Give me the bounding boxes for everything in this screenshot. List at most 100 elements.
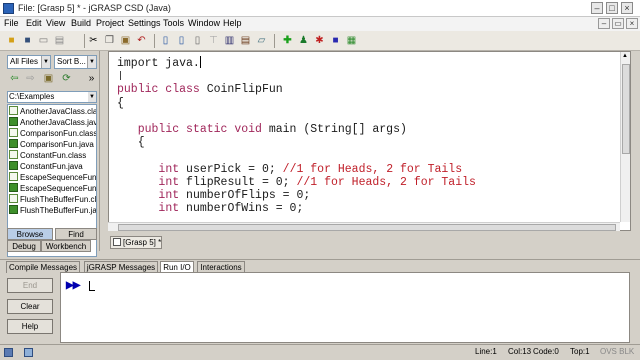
list-item[interactable]: AnotherJavaClass.java — [9, 117, 96, 128]
text-caret — [199, 56, 201, 68]
menu-view[interactable]: View — [46, 18, 65, 28]
directory-path-select[interactable]: C:\Examples ▼ — [7, 91, 97, 103]
class-file-icon — [9, 172, 18, 181]
title-bar: File: [Grasp 5] * - jGRASP CSD (Java) – … — [0, 0, 640, 17]
file-filter-select[interactable]: All Files ▼ — [7, 55, 51, 69]
open-folder-icon[interactable]: ■ — [4, 33, 19, 48]
mdi-restore-button[interactable]: ▭ — [612, 18, 624, 29]
pin-icon[interactable]: ⊤ — [206, 33, 221, 48]
back-arrow-icon[interactable]: ⇦ — [8, 72, 21, 86]
menu-window[interactable]: Window — [188, 18, 220, 28]
end-button[interactable]: End — [7, 278, 53, 293]
menu-build[interactable]: Build — [71, 18, 91, 28]
stop-icon[interactable]: ■ — [328, 33, 343, 48]
class-file-icon — [9, 128, 18, 137]
clear-button[interactable]: Clear — [7, 299, 53, 314]
java-file-icon — [9, 139, 18, 148]
mdi-close-button[interactable]: × — [626, 18, 638, 29]
sort-select[interactable]: Sort B... ▼ — [54, 55, 97, 69]
minimize-button[interactable]: – — [591, 2, 603, 14]
code-keyword: int — [158, 202, 180, 216]
file-name: FlushTheBufferFun.java — [20, 206, 96, 215]
menu-edit[interactable]: Edit — [26, 18, 42, 28]
list-item[interactable]: ComparisonFun.class — [9, 128, 96, 139]
list-item[interactable]: ConstantFun.java — [9, 161, 96, 172]
run-icon[interactable]: ♟ — [296, 33, 311, 48]
source-code[interactable]: import java. public class CoinFlipFun { … — [117, 56, 476, 215]
left-panel-tabs: Browse Find Debug Workbench — [0, 226, 100, 252]
menu-file[interactable]: File — [4, 18, 19, 28]
window-title: File: [Grasp 5] * - jGRASP CSD (Java) — [18, 3, 171, 13]
debug-bug-icon[interactable]: ✱ — [312, 33, 327, 48]
menu-settings[interactable]: Settings — [128, 18, 161, 28]
more-icon[interactable]: » — [85, 72, 98, 86]
paste-icon[interactable]: ▣ — [118, 33, 133, 48]
structure-icon[interactable]: ▤ — [238, 33, 253, 48]
chevron-down-icon: ▼ — [41, 56, 50, 68]
editor-tab-label: [Grasp 5] * — [123, 238, 162, 247]
list-item[interactable]: AnotherJavaClass.class — [9, 106, 96, 117]
help-button[interactable]: Help — [7, 319, 53, 334]
toolbar-separator — [84, 34, 85, 48]
tab-browse[interactable]: Browse — [7, 228, 53, 240]
list-item[interactable]: EscapeSequenceFun.java — [9, 183, 96, 194]
file-name: FlushTheBufferFun.class — [20, 195, 96, 204]
code-editor[interactable]: import java. public class CoinFlipFun { … — [108, 51, 631, 231]
directory-path-value: C:\Examples — [9, 92, 55, 101]
copy-file-icon[interactable]: ▯ — [174, 33, 189, 48]
editor-horizontal-scrollbar[interactable] — [108, 222, 620, 231]
scrollbar-thumb[interactable] — [622, 64, 630, 154]
menu-help[interactable]: Help — [223, 18, 242, 28]
status-icon — [4, 348, 13, 357]
up-folder-icon[interactable]: ▣ — [42, 72, 55, 86]
status-column: Col:13 — [508, 347, 532, 356]
editor-vertical-scrollbar[interactable]: ▲ — [620, 52, 630, 222]
book-icon[interactable]: ▱ — [254, 33, 269, 48]
file-name: EscapeSequenceFun.java — [20, 184, 96, 193]
file-name: ConstantFun.java — [20, 162, 83, 171]
list-item[interactable]: EscapeSequenceFun.class — [9, 172, 96, 183]
code-text: numberOfFlips = 0; — [179, 189, 311, 203]
forward-arrow-icon[interactable]: ⇨ — [24, 72, 37, 86]
java-file-icon — [9, 183, 18, 192]
document-icon[interactable]: ▯ — [190, 33, 205, 48]
print-icon[interactable]: ▤ — [52, 33, 67, 48]
scrollbar-thumb[interactable] — [118, 224, 616, 231]
split-view-icon[interactable]: ▦ — [344, 33, 359, 48]
close-button[interactable]: × — [621, 2, 633, 14]
cut-icon[interactable]: ✂ — [86, 33, 101, 48]
editor-file-tab[interactable]: [Grasp 5] * — [110, 236, 162, 249]
console-prompt-icon: ▶▶ — [66, 280, 80, 291]
menu-bar: File Edit View Build Project Settings To… — [0, 17, 640, 31]
message-tabs: Compile Messages jGRASP Messages Run I/O… — [0, 259, 640, 273]
browse-file-icon[interactable]: ▯ — [158, 33, 173, 48]
save-icon[interactable]: ■ — [20, 33, 35, 48]
copy-icon[interactable]: ❐ — [102, 33, 117, 48]
code-keyword: public static void — [137, 123, 262, 137]
file-name: AnotherJavaClass.java — [20, 118, 96, 127]
list-item[interactable]: ComparisonFun.java — [9, 139, 96, 150]
status-top: Top:1 — [570, 347, 590, 356]
list-item[interactable]: FlushTheBufferFun.class — [9, 194, 96, 205]
menu-project[interactable]: Project — [96, 18, 124, 28]
tab-find[interactable]: Find — [55, 228, 97, 240]
list-item[interactable]: FlushTheBufferFun.java — [9, 205, 96, 216]
close-file-icon[interactable]: ▭ — [36, 33, 51, 48]
list-item[interactable]: ConstantFun.class — [9, 150, 96, 161]
code-text: CoinFlipFun — [199, 83, 283, 97]
tab-workbench[interactable]: Workbench — [41, 240, 91, 252]
code-comment: //1 for Heads, 2 for Tails — [282, 162, 463, 176]
chart-icon[interactable]: ▥ — [222, 33, 237, 48]
tab-debug[interactable]: Debug — [7, 240, 41, 252]
menu-tools[interactable]: Tools — [163, 18, 184, 28]
maximize-button[interactable]: □ — [606, 2, 618, 14]
undo-icon[interactable]: ↶ — [134, 33, 149, 48]
compile-plus-icon[interactable]: ✚ — [280, 33, 295, 48]
refresh-icon[interactable]: ⟳ — [60, 72, 73, 86]
mdi-minimize-button[interactable]: – — [598, 18, 610, 29]
code-comment: //1 for Heads, 2 for Tails — [296, 175, 476, 189]
toolbar-separator — [274, 34, 275, 48]
scroll-up-icon[interactable]: ▲ — [622, 53, 628, 59]
run-io-console[interactable]: ▶▶ — [60, 272, 630, 343]
code-line: { — [117, 96, 124, 110]
